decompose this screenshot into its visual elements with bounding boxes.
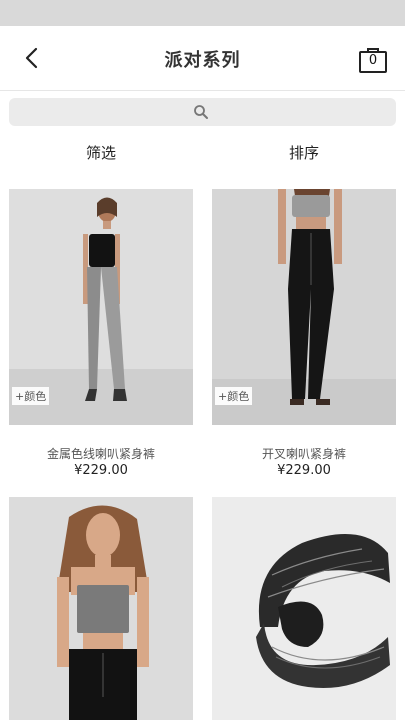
- product-name[interactable]: 金属色线喇叭紧身裤: [9, 445, 193, 462]
- product-price: ¥229.00: [277, 463, 331, 478]
- bag-count-badge: 0: [368, 53, 378, 68]
- filter-button[interactable]: 筛选: [41, 142, 161, 163]
- search-bar[interactable]: [9, 98, 396, 126]
- search-icon: [194, 105, 208, 119]
- model-photo: [9, 497, 193, 720]
- page-title: 派对系列: [164, 50, 241, 71]
- product-image[interactable]: [212, 497, 396, 720]
- product-image[interactable]: +颜色: [212, 189, 396, 425]
- filter-sort-bar: 筛选 排序: [0, 134, 405, 172]
- status-bar: [0, 0, 405, 26]
- header: 派对系列 0: [0, 26, 405, 91]
- product-price: ¥229.00: [74, 463, 128, 478]
- product-image[interactable]: +颜色: [9, 189, 193, 425]
- more-colors-tag: +颜色: [12, 387, 50, 405]
- more-colors-tag: +颜色: [215, 387, 253, 405]
- product-image[interactable]: [9, 497, 193, 720]
- headband-photo: [212, 497, 396, 720]
- shopping-bag-button[interactable]: 0: [358, 44, 388, 74]
- product-name[interactable]: 开叉喇叭紧身裤: [212, 445, 396, 462]
- sort-button[interactable]: 排序: [244, 142, 364, 163]
